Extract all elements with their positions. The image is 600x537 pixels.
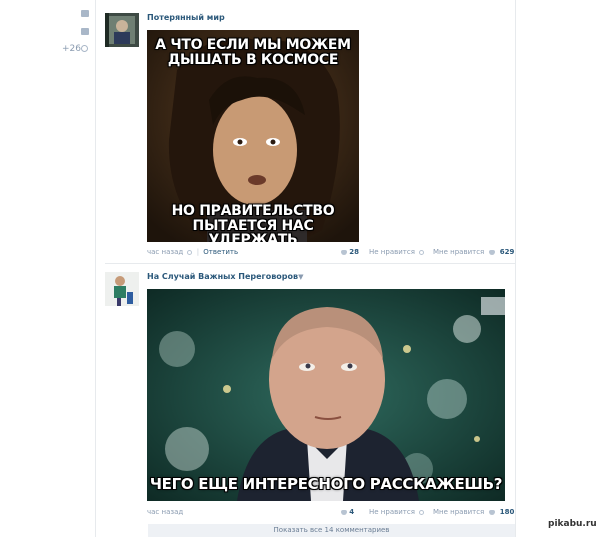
share-counter: +26 xyxy=(62,44,81,54)
meme-bottom-text: ЧЕГО ЕЩЕ ИНТЕРЕСНОГО РАССКАЖЕШЬ? xyxy=(149,475,503,493)
like-label: Мне нравится xyxy=(433,508,485,516)
info-icon xyxy=(419,249,425,255)
like-button[interactable]: Мне нравится 629 xyxy=(433,248,514,256)
dislike-label: Не нравится xyxy=(369,248,415,256)
repost-count: 28 xyxy=(349,248,359,256)
meme-image[interactable]: А ЧТО ЕСЛИ МЫ МОЖЕМ ДЫШАТЬ В КОСМОСЕ НО … xyxy=(147,30,359,242)
meme-bottom-text: НО ПРАВИТЕЛЬСТВО ПЫТАЕТСЯ НАС УДЕРЖАТЬ xyxy=(171,203,335,242)
post-separator xyxy=(105,263,515,264)
post-footer: час назад | Ответить 28 Не нравится Мне … xyxy=(147,248,515,256)
meme-image[interactable]: ЧЕГО ЕЩЕ ИНТЕРЕСНОГО РАССКАЖЕШЬ? xyxy=(147,289,505,501)
info-icon xyxy=(419,509,425,515)
envelope-icon[interactable] xyxy=(81,10,89,17)
comment-icon[interactable] xyxy=(81,28,89,35)
gear-icon[interactable] xyxy=(187,249,193,255)
post-author[interactable]: Потерянный мир xyxy=(147,13,225,22)
heart-icon xyxy=(488,509,495,515)
like-count: 629 xyxy=(499,248,515,256)
chevron-down-icon[interactable]: ▼ xyxy=(298,273,303,281)
repost-button[interactable]: 4 xyxy=(339,508,354,516)
avatar[interactable] xyxy=(105,272,139,306)
repost-button[interactable]: 28 xyxy=(339,248,359,256)
post-time[interactable]: час назад xyxy=(147,248,183,256)
gear-icon[interactable] xyxy=(81,45,88,52)
dislike-button[interactable]: Не нравится xyxy=(369,248,425,256)
heart-icon xyxy=(488,249,495,255)
feed-post: На Случай Важных Переговоров▼ ЧЕГО ЕЩЕ И… xyxy=(105,272,515,522)
like-label: Мне нравится xyxy=(433,248,485,256)
like-button[interactable]: Мне нравится 180 xyxy=(433,508,514,516)
column-divider-right xyxy=(515,0,516,537)
post-author[interactable]: На Случай Важных Переговоров▼ xyxy=(147,272,303,281)
dislike-label: Не нравится xyxy=(369,508,415,516)
post-footer: час назад 4 Не нравится Мне нравится 180 xyxy=(147,508,515,516)
dislike-button[interactable]: Не нравится xyxy=(369,508,425,516)
post-time[interactable]: час назад xyxy=(147,508,183,516)
repost-count: 4 xyxy=(349,508,355,516)
megaphone-icon xyxy=(341,249,347,255)
avatar[interactable] xyxy=(105,13,139,47)
column-divider xyxy=(95,0,96,537)
left-sidebar: +26 xyxy=(0,0,95,537)
show-comments-button[interactable]: Показать все 14 комментариев xyxy=(148,524,515,537)
like-count: 180 xyxy=(499,508,515,516)
watermark-logo: pikabu.ru xyxy=(548,519,597,529)
meme-top-text: А ЧТО ЕСЛИ МЫ МОЖЕМ ДЫШАТЬ В КОСМОСЕ xyxy=(155,37,351,68)
reply-link[interactable]: Ответить xyxy=(203,248,238,256)
megaphone-icon xyxy=(341,509,347,515)
feed-post: Потерянный мир А ЧТО ЕСЛИ МЫ МОЖЕМ ДЫШАТ… xyxy=(105,13,515,263)
